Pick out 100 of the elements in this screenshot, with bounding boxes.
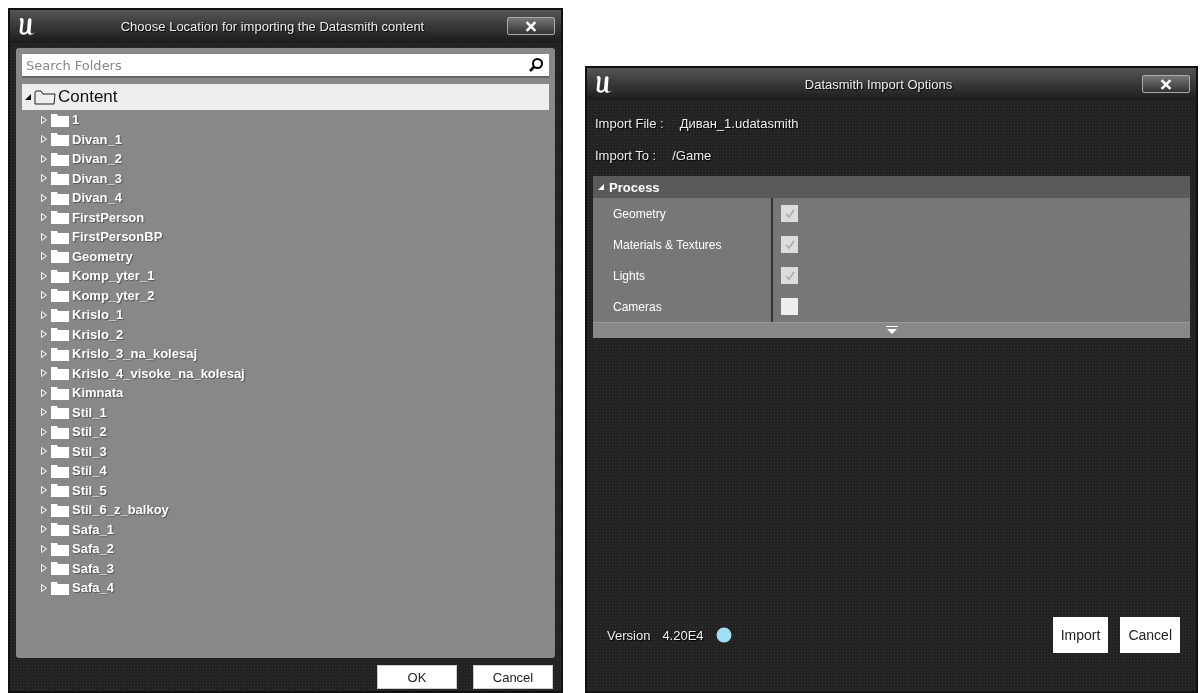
version-number: 4.20E4	[662, 627, 704, 643]
expand-arrow-icon	[40, 486, 48, 495]
folder-icon	[51, 190, 69, 205]
folder-icon	[51, 522, 69, 537]
folder-icon	[51, 327, 69, 342]
folder-icon	[34, 89, 56, 105]
tree-item[interactable]: Krislo_2	[22, 324, 549, 344]
folder-icon	[51, 580, 69, 595]
field-label: Import File :	[595, 115, 664, 131]
expand-arrow-icon	[40, 525, 48, 534]
folder-icon	[51, 424, 69, 439]
expand-arrow-icon	[40, 232, 48, 241]
folder-icon	[51, 307, 69, 322]
tree-item[interactable]: Safa_2	[22, 539, 549, 559]
close-button[interactable]	[1142, 75, 1190, 93]
dialog-button[interactable]: Cancel	[473, 665, 553, 689]
expand-arrow-icon	[40, 583, 48, 592]
expand-arrow-icon	[40, 154, 48, 163]
checkbox[interactable]	[781, 236, 798, 253]
tree-item[interactable]: Kimnata	[22, 383, 549, 403]
folder-icon	[51, 112, 69, 127]
option-label: Materials & Textures	[593, 229, 773, 260]
expand-arrow-icon	[40, 174, 48, 183]
expand-arrow-icon	[40, 115, 48, 124]
expand-arrow-icon	[40, 291, 48, 300]
tree-item[interactable]: Krislo_3_na_kolesaj	[22, 344, 549, 364]
tree-item[interactable]: Content	[22, 84, 549, 110]
search-icon	[528, 57, 544, 73]
tree-item[interactable]: Divan_4	[22, 188, 549, 208]
folder-icon	[51, 151, 69, 166]
folder-icon	[51, 444, 69, 459]
folder-icon	[51, 541, 69, 556]
tree-item[interactable]: Komp_yter_2	[22, 285, 549, 305]
option-label: Lights	[593, 260, 773, 291]
folder-icon	[51, 463, 69, 478]
expand-arrow-icon	[40, 310, 48, 319]
tree-item[interactable]: Safa_1	[22, 519, 549, 539]
tree-item[interactable]: Stil_3	[22, 441, 549, 461]
folder-icon	[51, 483, 69, 498]
dialog-button[interactable]: Cancel	[1120, 617, 1180, 653]
field-label: Import To :	[595, 147, 657, 163]
section-header[interactable]: Process	[593, 176, 1190, 198]
version-label: Version	[607, 627, 651, 643]
folder-icon	[51, 346, 69, 361]
tree-item[interactable]: 1	[22, 110, 549, 130]
close-icon	[1159, 78, 1173, 90]
tree-item[interactable]: FirstPersonBP	[22, 227, 549, 247]
close-button[interactable]	[507, 17, 555, 35]
check-icon	[783, 238, 796, 251]
tree-item[interactable]: Komp_yter_1	[22, 266, 549, 286]
folder-icon	[51, 132, 69, 147]
field-value: Диван_1.udatasmith	[679, 115, 799, 131]
tree-item[interactable]: FirstPerson	[22, 207, 549, 227]
field-value: /Game	[672, 147, 712, 163]
expand-arrow-icon	[40, 466, 48, 475]
tree-item[interactable]: Stil_5	[22, 480, 549, 500]
collapse-arrow-icon	[597, 183, 605, 191]
expand-arrow-icon	[40, 447, 48, 456]
tree-item[interactable]: Safa_4	[22, 578, 549, 598]
tree-item[interactable]: Stil_4	[22, 461, 549, 481]
folder-icon	[51, 366, 69, 381]
check-icon	[783, 269, 796, 282]
expand-arrow-icon	[40, 193, 48, 202]
tree-item[interactable]: Divan_3	[22, 168, 549, 188]
tree-item[interactable]: Stil_1	[22, 402, 549, 422]
checkbox[interactable]	[781, 298, 798, 315]
dialog-title: Choose Location for importing the Datasmith content	[119, 18, 426, 34]
check-icon	[783, 207, 796, 220]
tree-item[interactable]: Divan_2	[22, 149, 549, 169]
folder-icon	[51, 249, 69, 264]
tree-item[interactable]: Stil_6_z_balkoy	[22, 500, 549, 520]
dialog-button[interactable]: Import	[1052, 617, 1109, 653]
tree-item[interactable]: Safa_3	[22, 558, 549, 578]
expand-arrow-icon	[40, 427, 48, 436]
tree-item[interactable]: Stil_2	[22, 422, 549, 442]
folder-icon	[51, 405, 69, 420]
folder-icon	[51, 171, 69, 186]
expand-arrow-icon	[40, 349, 48, 358]
folder-icon	[51, 229, 69, 244]
tree-item[interactable]: Geometry	[22, 246, 549, 266]
tree-item[interactable]: Divan_1	[22, 129, 549, 149]
help-icon[interactable]	[715, 627, 732, 643]
folder-icon	[51, 502, 69, 517]
dialog-title: Datasmith Import Options	[803, 76, 954, 92]
expand-arrow-icon	[40, 369, 48, 378]
checkbox[interactable]	[781, 267, 798, 284]
expand-arrow-icon	[40, 330, 48, 339]
checkbox[interactable]	[781, 205, 798, 222]
folder-icon	[51, 385, 69, 400]
dialog-button[interactable]: OK	[377, 665, 457, 689]
folder-icon	[51, 561, 69, 576]
folder-icon	[51, 210, 69, 225]
search-field[interactable]: Search Folders	[22, 54, 549, 76]
expand-more-icon[interactable]	[885, 326, 898, 335]
expand-arrow-icon	[40, 388, 48, 397]
option-label: Geometry	[593, 198, 773, 229]
expand-arrow-icon	[40, 252, 48, 261]
tree-item[interactable]: Krislo_1	[22, 305, 549, 325]
tree-item[interactable]: Krislo_4_visoke_na_kolesaj	[22, 363, 549, 383]
expand-arrow-icon	[40, 213, 48, 222]
